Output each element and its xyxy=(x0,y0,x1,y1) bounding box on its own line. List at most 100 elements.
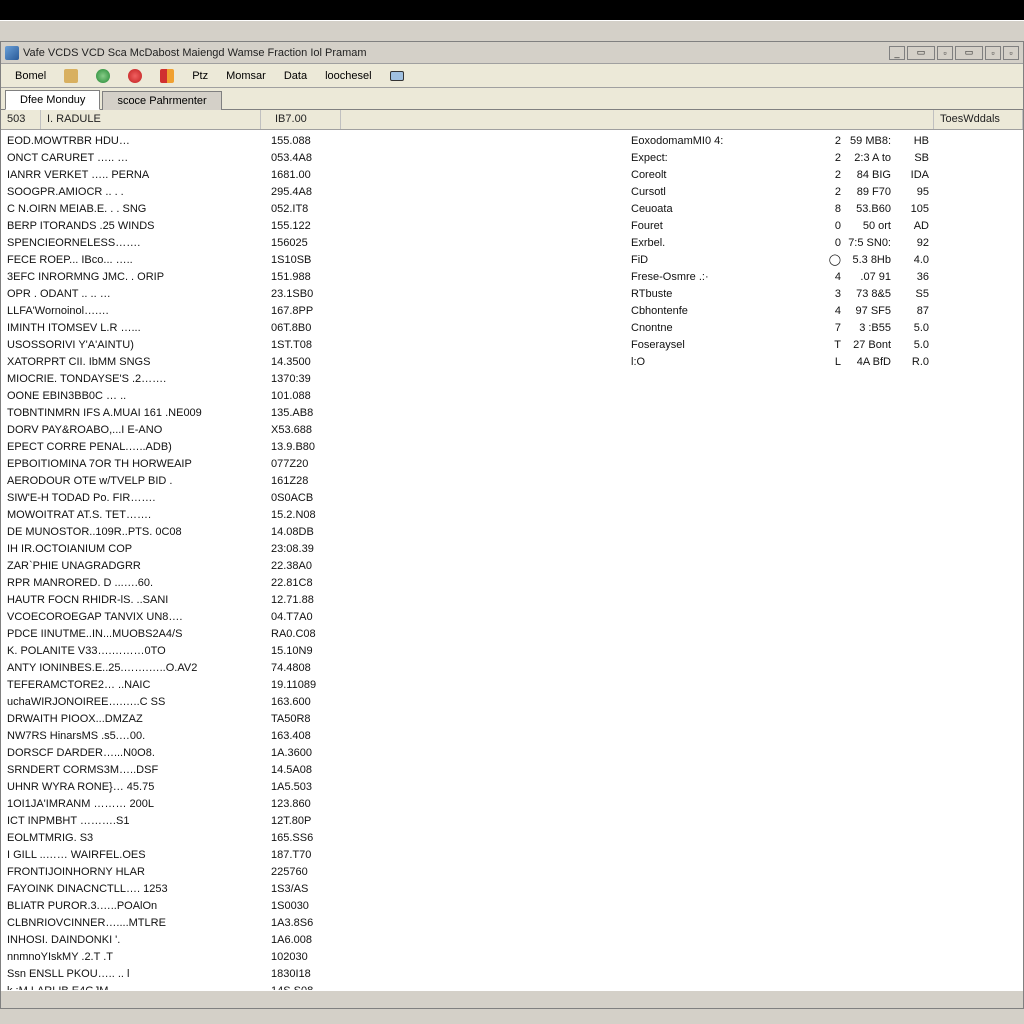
table-row[interactable]: BERP ITORANDS .25 WINDS155.122 xyxy=(1,217,623,234)
toolbar-data[interactable]: Data xyxy=(276,68,315,84)
table-row[interactable]: EOD.MOWTRBR HDU…155.088 xyxy=(1,132,623,149)
stat-v1: 3 xyxy=(827,288,841,300)
table-row[interactable]: 3EFC INRORMNG JMC. . ORIP151.988 xyxy=(1,268,623,285)
stat-label: EoxodomamMI0 4: xyxy=(627,135,827,147)
table-row[interactable]: NW7RS HinarsMS .s5.…00.163.408 xyxy=(1,727,623,744)
stat-v3: 105 xyxy=(895,203,929,215)
table-row[interactable]: EOLMTMRIG. S3165.SS6 xyxy=(1,829,623,846)
table-row[interactable]: ZAR`PHIE UNAGRADGRR22.38A0 xyxy=(1,557,623,574)
table-row[interactable]: FECE ROEP... IBco... …..1S10SB xyxy=(1,251,623,268)
table-row[interactable]: MIOCRIE. TONDAYSE'S .2…….1370:39 xyxy=(1,370,623,387)
left-panel[interactable]: EOD.MOWTRBR HDU…155.088ONCT CARURET ….. … xyxy=(1,130,623,990)
table-row[interactable]: Ssn ENSLL PKOU….. .. l1830I18 xyxy=(1,965,623,982)
table-row[interactable]: PDCE IINUTME..IN...MUOBS2A4/SRA0.C08 xyxy=(1,625,623,642)
stat-row[interactable]: Cnontne73 :B555.0 xyxy=(627,319,1011,336)
row-value: X53.688 xyxy=(261,424,331,436)
stat-row[interactable]: Coreolt284 BIGIDA xyxy=(627,166,1011,183)
stat-row[interactable]: EoxodomamMI0 4:259 MB8:HB xyxy=(627,132,1011,149)
restore-button[interactable]: ▭ xyxy=(907,46,935,60)
close-button[interactable]: ▫ xyxy=(1003,46,1019,60)
table-row[interactable]: HAUTR FOCN RHIDR-lS. ..SANI12.71.88 xyxy=(1,591,623,608)
row-value: 14.3500 xyxy=(261,356,331,368)
table-row[interactable]: DE MUNOSTOR..109R..PTS. 0C0814.08DB xyxy=(1,523,623,540)
table-row[interactable]: FRONTIJOINHORNY HLAR225760 xyxy=(1,863,623,880)
stat-row[interactable]: FoserayselT27 Bont5.0 xyxy=(627,336,1011,353)
table-row[interactable]: DORSCF DARDER…...N0O8.1A.3600 xyxy=(1,744,623,761)
minimize-button[interactable]: _ xyxy=(889,46,905,60)
table-row[interactable]: FAYOINK DINACNCTLL…. 12531S3/AS xyxy=(1,880,623,897)
row-label: Ssn ENSLL PKOU….. .. l xyxy=(1,968,261,980)
stat-row[interactable]: FiD◯5.3 8Hb4.0 xyxy=(627,251,1011,268)
table-row[interactable]: VCOECOROEGAP TANVIX UN8….04.T7A0 xyxy=(1,608,623,625)
table-row[interactable]: CLBNRIOVCINNER…....MTLRE1A3.8S6 xyxy=(1,914,623,931)
table-row[interactable]: UHNR WYRA RONE}… 45.751A5.503 xyxy=(1,778,623,795)
stat-v3: 95 xyxy=(895,186,929,198)
aux-button-3[interactable]: ▫ xyxy=(985,46,1001,60)
stat-row[interactable]: Exrbel.07:5 SN0:92 xyxy=(627,234,1011,251)
table-row[interactable]: LLFA'Wornoinol….…167.8PP xyxy=(1,302,623,319)
table-row[interactable]: USOSSORIVI Y'A'AINTU)1ST.T08 xyxy=(1,336,623,353)
col-header-right[interactable]: ToesWddals xyxy=(933,110,1023,129)
table-row[interactable]: ONCT CARURET ….. …053.4A8 xyxy=(1,149,623,166)
row-label: uchaWIRJONOIREE….…..C SS xyxy=(1,696,261,708)
toolbar-ptz[interactable]: Ptz xyxy=(184,68,216,84)
stat-row[interactable]: Frese-Osmre .:·4.07 9136 xyxy=(627,268,1011,285)
stat-row[interactable]: Fouret050 ortAD xyxy=(627,217,1011,234)
table-row[interactable]: IH IR.OCTOIANIUM COP23:08.39 xyxy=(1,540,623,557)
table-row[interactable]: TOBNTINMRN IFS A.MUAI 161 .NE009135.AB8 xyxy=(1,404,623,421)
table-row[interactable]: AERODOUR OTE w/TVELP BID .161Z28 xyxy=(1,472,623,489)
toolbar-folder[interactable] xyxy=(56,67,86,85)
table-row[interactable]: BLIATR PUROR.3.…..POAlOn1S0030 xyxy=(1,897,623,914)
stat-row[interactable]: Cursotl289 F7095 xyxy=(627,183,1011,200)
toolbar-globe[interactable] xyxy=(88,67,118,85)
table-row[interactable]: DRWAITH PIOOX...DMZAZTA50R8 xyxy=(1,710,623,727)
table-row[interactable]: SOOGPR.AMIOCR .. . .295.4A8 xyxy=(1,183,623,200)
table-row[interactable]: EPECT CORRE PENAL.…..ADB)13.9.B80 xyxy=(1,438,623,455)
toolbar-chart[interactable] xyxy=(152,67,182,85)
table-row[interactable]: EPBOITIOMINA 7OR TH HORWEAIP077Z20 xyxy=(1,455,623,472)
toolbar-loochesel[interactable]: loochesel xyxy=(317,68,379,84)
table-row[interactable]: RPR MANRORED. D ...….60.22.81C8 xyxy=(1,574,623,591)
stat-row[interactable]: Expect:22:3 A toSB xyxy=(627,149,1011,166)
toolbar-record[interactable] xyxy=(120,67,150,85)
table-row[interactable]: SRNDERT CORMS3M…..DSF14.5A08 xyxy=(1,761,623,778)
stat-row[interactable]: l:OL4A BfDR.0 xyxy=(627,353,1011,370)
table-row[interactable]: C N.OIRN MEIAB.E. . . SNG052.IT8 xyxy=(1,200,623,217)
stat-row[interactable]: Cbhontenfe497 SF587 xyxy=(627,302,1011,319)
aux-button-1[interactable]: ▫ xyxy=(937,46,953,60)
tab-scoce-pahrmenter[interactable]: scoce Pahrmenter xyxy=(102,91,221,110)
toolbar-monitor[interactable] xyxy=(382,69,412,83)
toolbar-momsar[interactable]: Momsar xyxy=(218,68,274,84)
col-header-2[interactable]: I. RADULE xyxy=(41,110,261,129)
aux-button-2[interactable]: ▭ xyxy=(955,46,983,60)
table-row[interactable]: ICT INPMBHT ……….S112T.80P xyxy=(1,812,623,829)
toolbar-home[interactable]: Bomel xyxy=(7,68,54,84)
table-row[interactable]: SIW'E-H TODAD Po. FIR…….0S0ACB xyxy=(1,489,623,506)
stat-v2: 73 8&5 xyxy=(841,288,895,300)
table-row[interactable]: OPR . ODANT .. .. …23.1SB0 xyxy=(1,285,623,302)
table-row[interactable]: I GILL ..…… WAIRFEL.OES187.T70 xyxy=(1,846,623,863)
col-header-3[interactable]: IB7.00 xyxy=(261,110,341,129)
table-row[interactable]: k.:M.LARLIB E4GJM…..14S.S08 xyxy=(1,982,623,990)
table-row[interactable]: nnmnoYIskMY .2.T .T102030 xyxy=(1,948,623,965)
table-row[interactable]: TEFERAMCTORE2… ..NAIC19.11089 xyxy=(1,676,623,693)
table-row[interactable]: XATORPRT CII. IbMM SNGS14.3500 xyxy=(1,353,623,370)
row-label: SPENCIEORNELESS……. xyxy=(1,237,261,249)
stat-row[interactable]: RTbuste373 8&5S5 xyxy=(627,285,1011,302)
toolbar: Bomel Ptz Momsar Data xyxy=(1,64,1023,88)
table-row[interactable]: ANTY IONINBES.E..25.…….…..O.AV274.4808 xyxy=(1,659,623,676)
table-row[interactable]: SPENCIEORNELESS…….156025 xyxy=(1,234,623,251)
tab-dfee-monduy[interactable]: Dfee Monduy xyxy=(5,90,100,110)
table-row[interactable]: K. POLANITE V33….………0TO15.10N9 xyxy=(1,642,623,659)
table-row[interactable]: 1OI1JA'IMRANM ……… 200L123.860 xyxy=(1,795,623,812)
table-row[interactable]: IMINTH ITOMSEV L.R …...06T.8B0 xyxy=(1,319,623,336)
right-panel[interactable]: EoxodomamMI0 4:259 MB8:HBExpect:22:3 A t… xyxy=(623,130,1023,990)
table-row[interactable]: DORV PAY&ROABO,...I E-ANOX53.688 xyxy=(1,421,623,438)
table-row[interactable]: uchaWIRJONOIREE….…..C SS163.600 xyxy=(1,693,623,710)
stat-row[interactable]: Ceuoata853.B60105 xyxy=(627,200,1011,217)
table-row[interactable]: IANRR VERKET ….. PERNA1681.00 xyxy=(1,166,623,183)
table-row[interactable]: INHOSI. DAINDONKI '.1A6.008 xyxy=(1,931,623,948)
table-row[interactable]: OONE EBIN3BB0C … ..101.088 xyxy=(1,387,623,404)
col-header-1[interactable]: 503 xyxy=(1,110,41,129)
table-row[interactable]: MOWOITRAT AT.S. TET…….15.2.N08 xyxy=(1,506,623,523)
